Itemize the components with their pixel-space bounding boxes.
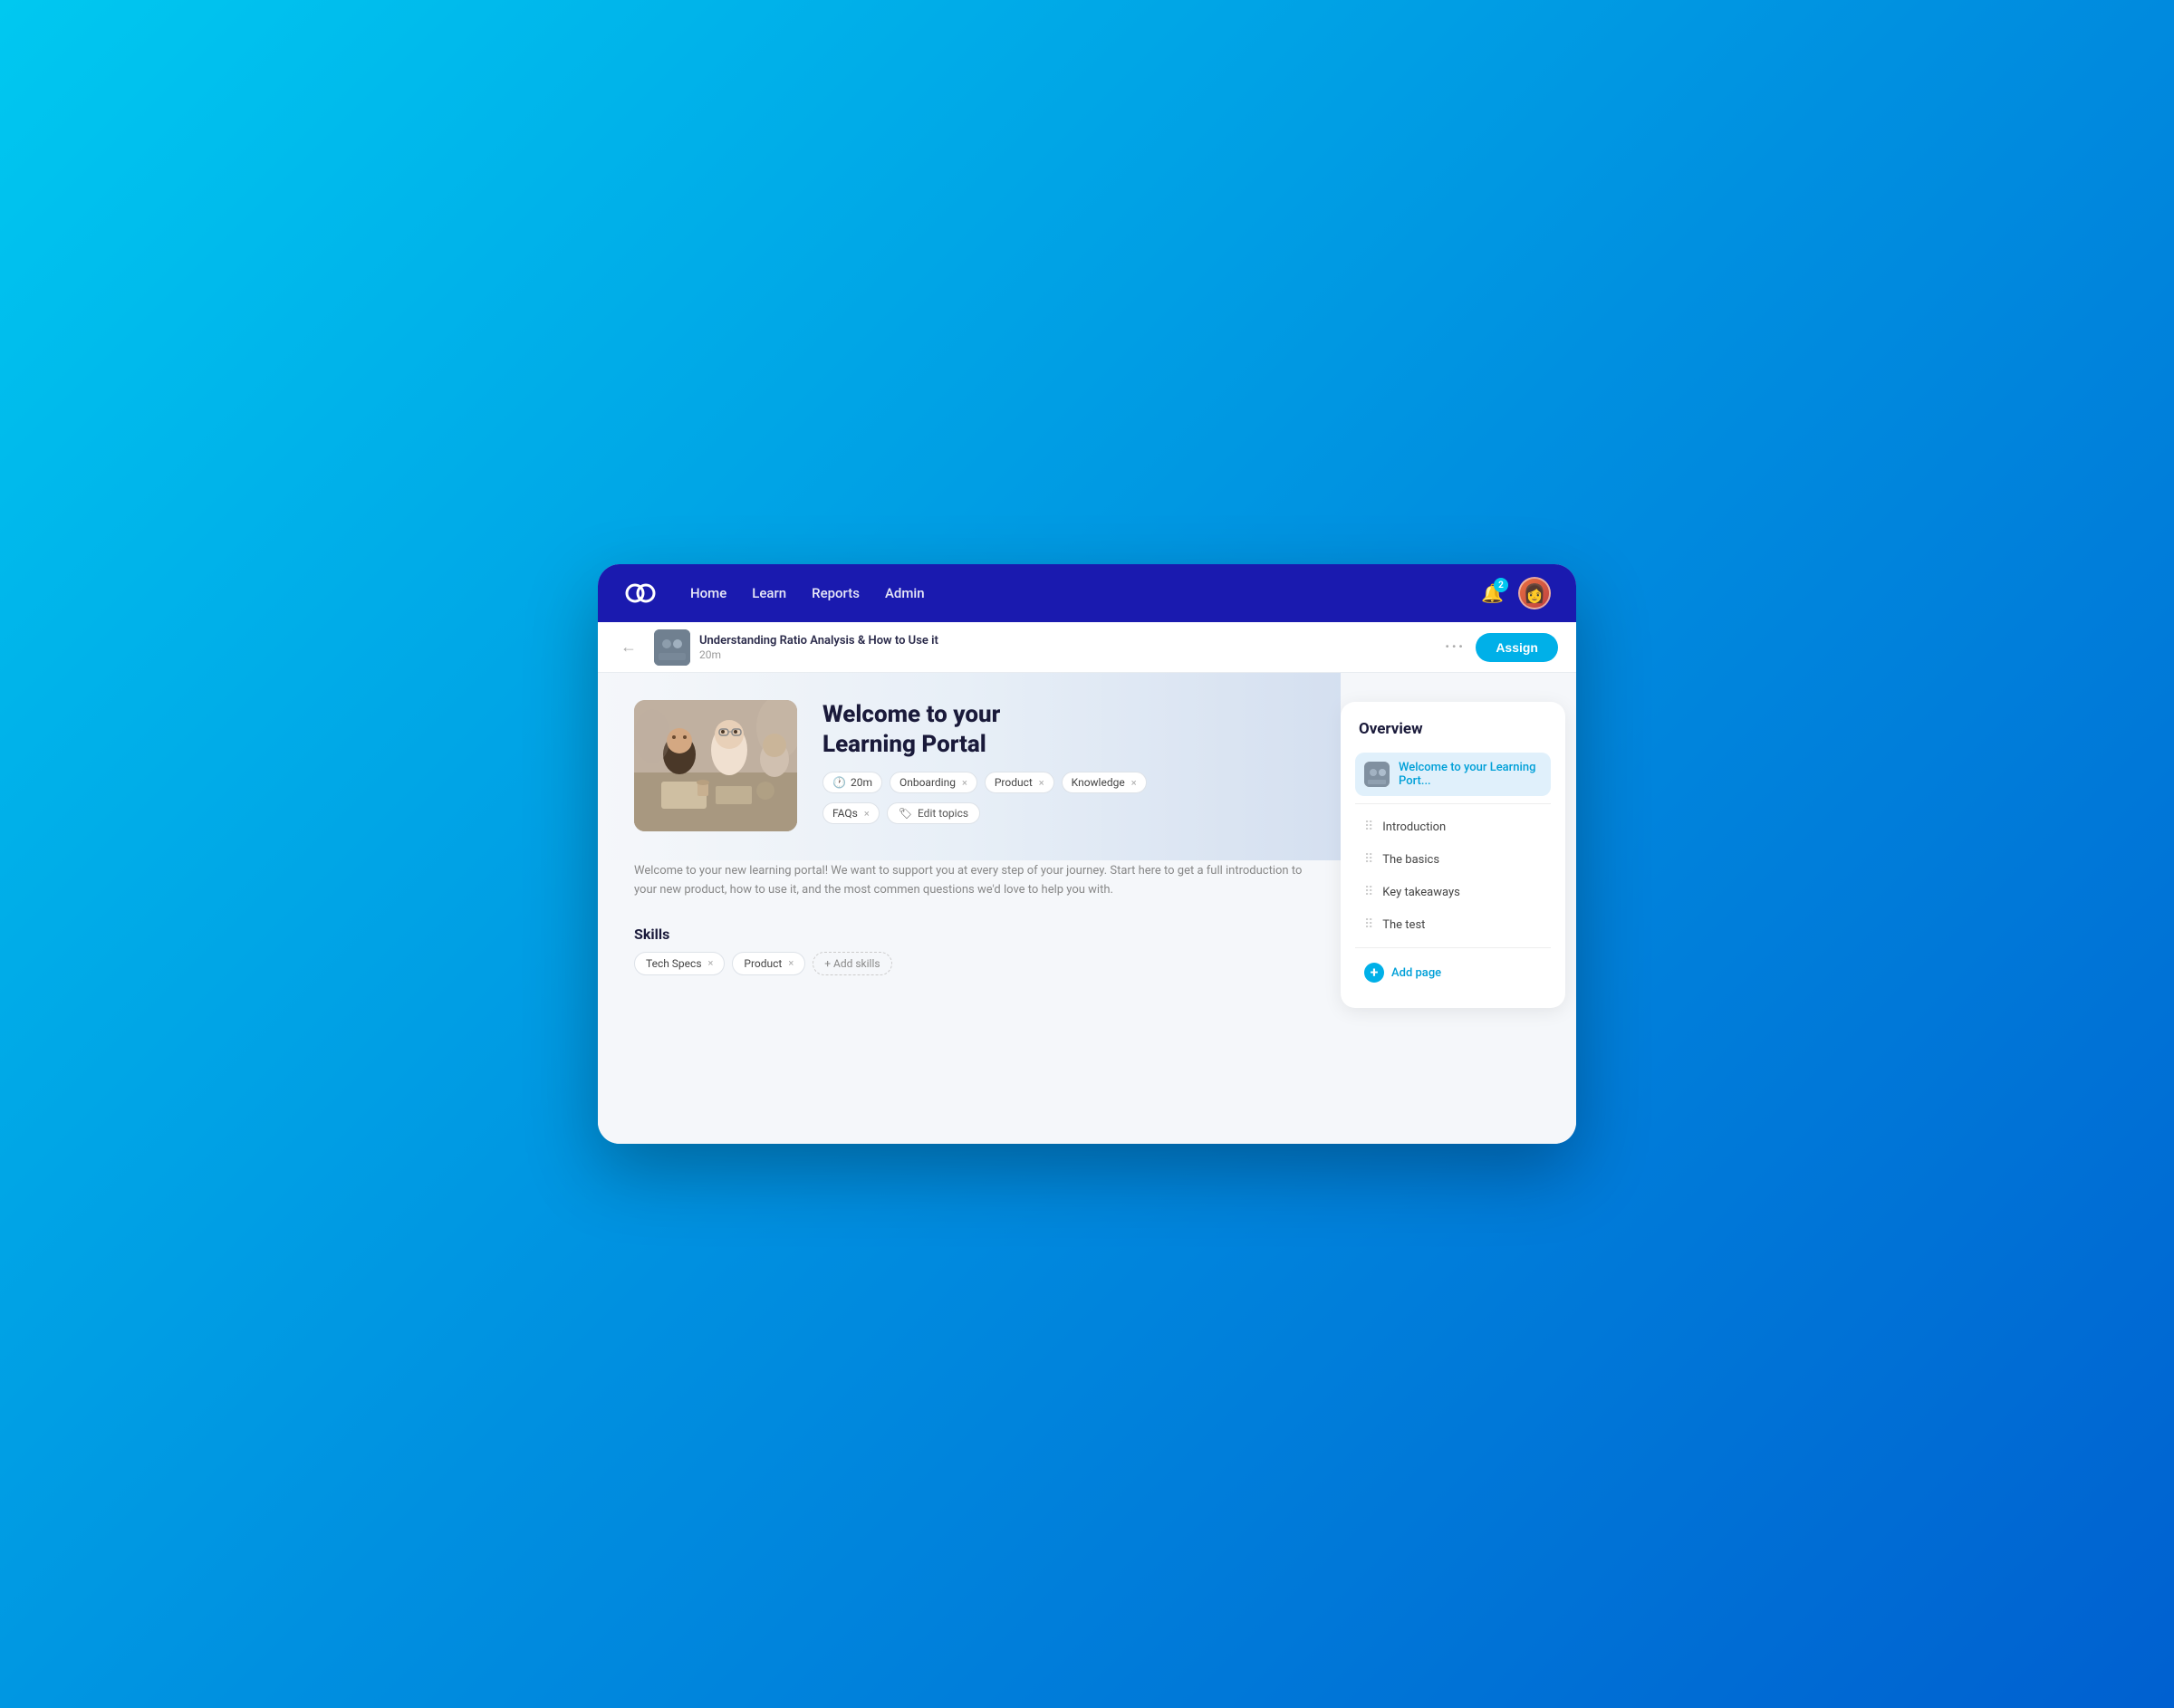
tag-label: Product	[995, 776, 1033, 789]
course-thumb-inner	[654, 629, 690, 666]
overview-item-label-4: The test	[1382, 918, 1542, 932]
edit-topics-button[interactable]: 🏷 Edit topics	[887, 802, 980, 824]
edit-topics-label: Edit topics	[918, 807, 968, 820]
toolbar-right: ··· Assign	[1445, 633, 1558, 662]
nav-right: 🔔 2	[1481, 577, 1551, 609]
skill-remove[interactable]: ×	[788, 957, 794, 969]
hero-section: Welcome to your Learning Portal 🕐 20m On…	[634, 700, 1304, 833]
skill-remove[interactable]: ×	[708, 957, 714, 969]
more-options-button[interactable]: ···	[1445, 638, 1465, 657]
tag-label: Onboarding	[899, 776, 956, 789]
drag-handle-icon: ⠿	[1364, 852, 1373, 867]
duration-tag: 🕐 20m	[822, 772, 882, 793]
overview-card: Overview Welcome to your Learning Port..…	[1341, 702, 1565, 1008]
overview-divider-2	[1355, 947, 1551, 948]
nav-links: Home Learn Reports Admin	[690, 585, 1481, 601]
tag-remove[interactable]: ×	[864, 808, 870, 820]
avatar-image	[1520, 579, 1549, 608]
overview-title: Overview	[1355, 720, 1551, 738]
content-area: Welcome to your Learning Portal 🕐 20m On…	[598, 673, 1341, 1144]
overview-item-0[interactable]: Welcome to your Learning Port...	[1355, 753, 1551, 796]
tags-row: 🕐 20m Onboarding × Product × Knowledg	[822, 772, 1304, 793]
main-content: Welcome to your Learning Portal 🕐 20m On…	[598, 673, 1576, 1144]
tags-row-2: FAQs × 🏷 Edit topics	[822, 802, 1304, 824]
add-page-label: Add page	[1391, 966, 1441, 980]
overview-item-4[interactable]: ⠿ The test	[1355, 909, 1551, 940]
tag-label: Knowledge	[1072, 776, 1125, 789]
drag-handle-icon: ⠿	[1364, 885, 1373, 899]
skills-title: Skills	[634, 926, 1304, 943]
course-thumbnail	[654, 629, 690, 666]
tag-remove[interactable]: ×	[1039, 777, 1044, 789]
drag-handle-icon: ⠿	[1364, 820, 1373, 834]
hero-image-inner	[634, 700, 797, 831]
skills-row: Tech Specs × Product × + Add skills	[634, 952, 1304, 975]
assign-button[interactable]: Assign	[1476, 633, 1558, 662]
top-nav: Home Learn Reports Admin 🔔 2	[598, 564, 1576, 622]
course-info: Understanding Ratio Analysis & How to Us…	[699, 634, 1445, 661]
logo[interactable]	[623, 576, 658, 610]
overview-item-thumb	[1364, 762, 1390, 787]
skill-label: Product	[744, 957, 782, 970]
back-button[interactable]: ←	[616, 635, 641, 660]
clock-icon: 🕐	[832, 776, 846, 789]
tag-remove[interactable]: ×	[962, 777, 967, 789]
add-page-button[interactable]: + Add page	[1355, 955, 1551, 990]
nav-admin[interactable]: Admin	[885, 585, 925, 601]
notifications-bell[interactable]: 🔔 2	[1481, 582, 1504, 604]
nav-reports[interactable]: Reports	[812, 585, 860, 601]
skill-product[interactable]: Product ×	[732, 952, 805, 975]
overview-item-label-2: The basics	[1382, 853, 1542, 867]
notification-badge: 2	[1494, 578, 1508, 592]
add-skills-button[interactable]: + Add skills	[813, 952, 891, 975]
overview-panel: Overview Welcome to your Learning Port..…	[1341, 673, 1576, 1144]
overview-item-3[interactable]: ⠿ Key takeaways	[1355, 877, 1551, 907]
skills-section: Skills Tech Specs × Product × + Add skil…	[634, 926, 1304, 975]
hero-title: Welcome to your Learning Portal	[822, 700, 1304, 759]
course-description: Welcome to your new learning portal! We …	[634, 862, 1304, 900]
add-skills-label: + Add skills	[824, 957, 880, 970]
overview-divider	[1355, 803, 1551, 804]
overview-item-1[interactable]: ⠿ Introduction	[1355, 811, 1551, 842]
course-title: Understanding Ratio Analysis & How to Us…	[699, 634, 1445, 648]
tag-label: FAQs	[832, 807, 858, 820]
overview-item-2[interactable]: ⠿ The basics	[1355, 844, 1551, 875]
nav-learn[interactable]: Learn	[752, 585, 786, 601]
drag-handle-icon: ⠿	[1364, 917, 1373, 932]
app-window: Home Learn Reports Admin 🔔 2 ←	[598, 564, 1576, 1144]
nav-home[interactable]: Home	[690, 585, 726, 601]
tag-onboarding[interactable]: Onboarding ×	[890, 772, 977, 793]
skill-label: Tech Specs	[646, 957, 702, 970]
overview-item-label-0: Welcome to your Learning Port...	[1399, 761, 1542, 788]
tag-faqs[interactable]: FAQs ×	[822, 802, 880, 824]
toolbar: ← Understanding Ratio Analysis & How to …	[598, 622, 1576, 673]
tag-knowledge[interactable]: Knowledge ×	[1062, 772, 1147, 793]
overview-item-label-3: Key takeaways	[1382, 886, 1542, 899]
skill-tech-specs[interactable]: Tech Specs ×	[634, 952, 725, 975]
avatar[interactable]	[1518, 577, 1551, 609]
course-duration: 20m	[699, 648, 1445, 661]
hero-image	[634, 700, 797, 831]
overview-item-label-1: Introduction	[1382, 820, 1542, 834]
tag-remove[interactable]: ×	[1131, 777, 1137, 789]
hero-text: Welcome to your Learning Portal 🕐 20m On…	[822, 700, 1304, 833]
tag-icon: 🏷	[899, 807, 912, 820]
tag-product[interactable]: Product ×	[985, 772, 1054, 793]
duration-value: 20m	[851, 776, 872, 789]
add-page-icon: +	[1364, 963, 1384, 983]
